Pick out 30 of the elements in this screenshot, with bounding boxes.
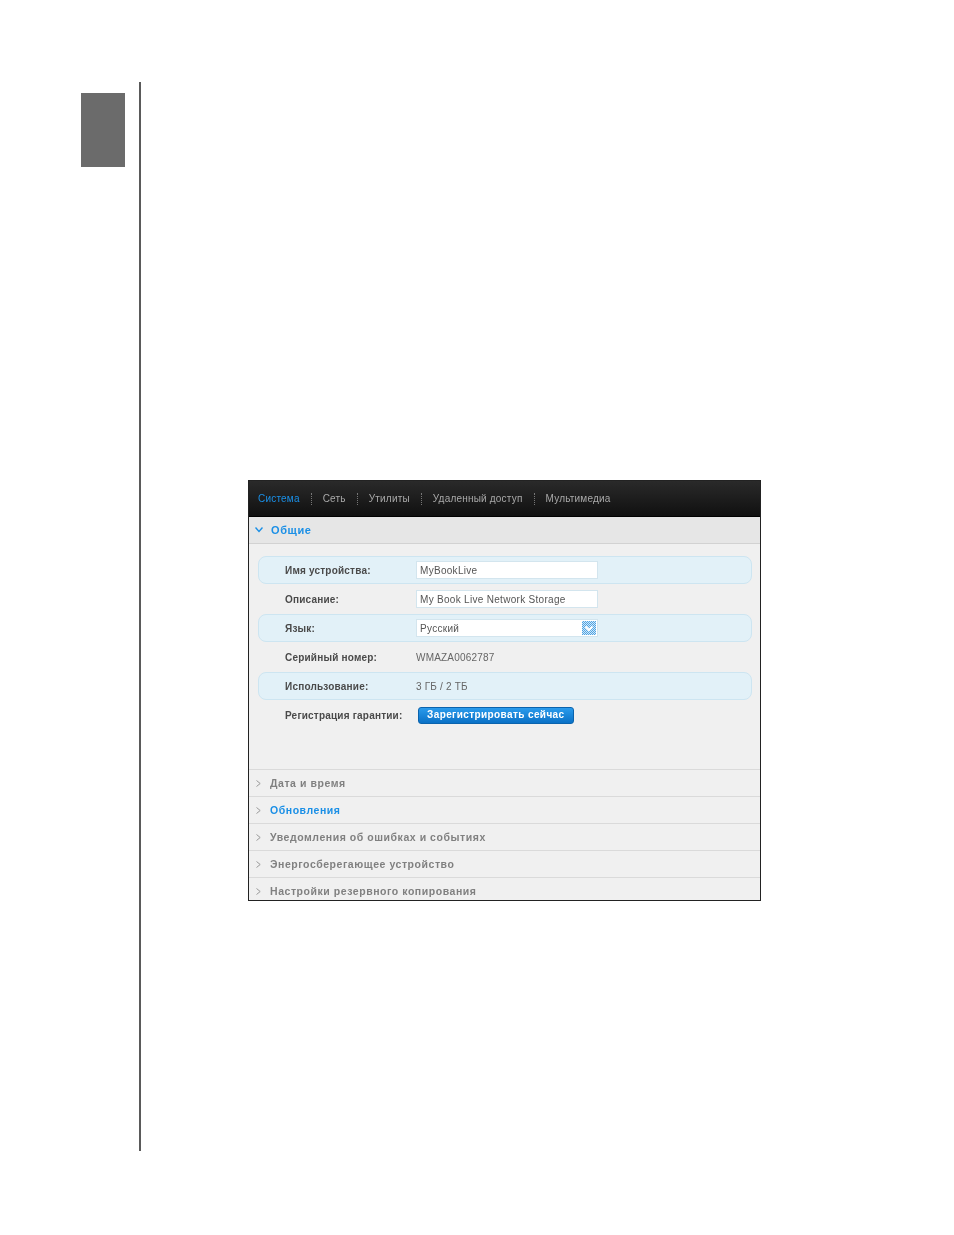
- field-label: Описание:: [285, 592, 341, 607]
- accordion-item[interactable]: Энергосберегающее устройство: [249, 850, 760, 877]
- field-label: Использование:: [285, 679, 370, 694]
- nav-tab[interactable]: Мультимедиа: [534, 492, 622, 505]
- accordion-item[interactable]: Обновления: [249, 796, 760, 823]
- nav-tab[interactable]: Удаленный доступ: [421, 492, 534, 505]
- dropdown-icon: [582, 621, 596, 635]
- field-value: 3 ГБ / 2 ТБ: [416, 679, 468, 694]
- accordion-item[interactable]: Уведомления об ошибках и событиях: [249, 823, 760, 850]
- nav-tab[interactable]: Сеть: [311, 492, 357, 505]
- accordion-item[interactable]: Настройки резервного копирования: [249, 877, 760, 900]
- nav-tab[interactable]: Утилиты: [357, 492, 421, 505]
- chevron-right-icon: [256, 861, 261, 868]
- field-value: WMAZA0062787: [416, 650, 495, 665]
- nav-tab[interactable]: Система: [258, 492, 311, 505]
- accordion-item[interactable]: Дата и время: [249, 769, 760, 796]
- field-label: Язык:: [285, 621, 317, 636]
- section-header[interactable]: Общие: [249, 517, 760, 544]
- text-input-field[interactable]: My Book Live Network Storage: [416, 590, 598, 608]
- register-now-button[interactable]: Зарегистрировать сейчас: [418, 706, 574, 724]
- field-label: Регистрация гарантии:: [285, 708, 404, 723]
- field-label: Серийный номер:: [285, 650, 379, 665]
- chevron-right-icon: [256, 888, 261, 895]
- text-input-field[interactable]: MyBookLive: [416, 561, 598, 579]
- chevron-right-icon: [256, 834, 261, 841]
- field-label: Имя устройства:: [285, 563, 372, 578]
- chevron-down-icon: [255, 527, 263, 533]
- language-select[interactable]: Русский: [416, 619, 598, 637]
- chevron-right-icon: [256, 780, 261, 787]
- chevron-right-icon: [256, 807, 261, 814]
